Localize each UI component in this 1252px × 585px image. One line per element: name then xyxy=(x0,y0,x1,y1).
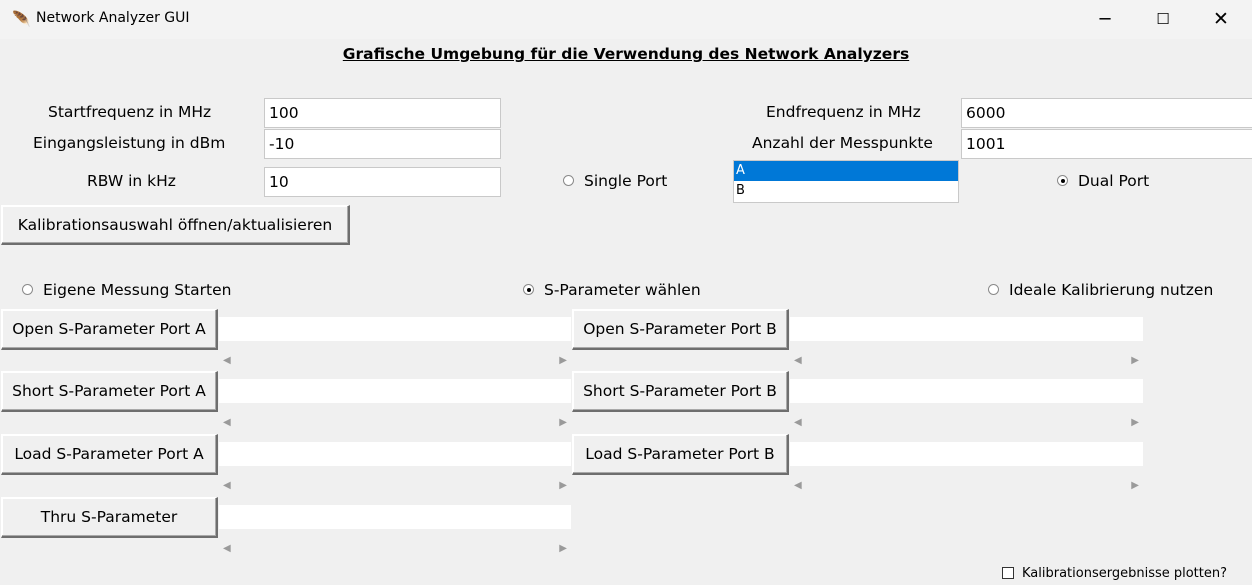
single-port-label: Single Port xyxy=(584,172,668,190)
rbw-input[interactable]: 10 xyxy=(264,167,501,197)
scroll-left-icon[interactable]: ◀ xyxy=(794,480,802,491)
plot-results-checkbox[interactable]: Kalibrationsergebnisse plotten? xyxy=(1002,566,1227,581)
feather-icon: 🪶 xyxy=(12,10,31,28)
scroll-right-icon[interactable]: ▶ xyxy=(1131,355,1139,366)
radio-indicator xyxy=(1057,175,1068,186)
rbw-label: RBW in kHz xyxy=(87,172,176,190)
load-port-b-button[interactable]: Load S-Parameter Port B xyxy=(572,434,789,475)
end-freq-label: Endfrequenz in MHz xyxy=(766,103,921,121)
radio-indicator xyxy=(563,175,574,186)
sparam-select-radio[interactable]: S-Parameter wählen xyxy=(523,281,701,299)
open-port-a-path[interactable] xyxy=(219,317,571,341)
scroll-left-icon[interactable]: ◀ xyxy=(223,543,231,554)
load-port-a-path[interactable] xyxy=(219,442,571,466)
short-port-a-button[interactable]: Short S-Parameter Port A xyxy=(1,371,218,412)
page-heading: Grafische Umgebung für die Verwendung de… xyxy=(342,45,910,63)
dual-port-label: Dual Port xyxy=(1078,172,1150,190)
ideal-calibration-radio[interactable]: Ideale Kalibrierung nutzen xyxy=(988,281,1213,299)
thru-button[interactable]: Thru S-Parameter xyxy=(1,497,218,538)
end-freq-input[interactable]: 6000 xyxy=(961,98,1252,128)
scroll-left-icon[interactable]: ◀ xyxy=(223,355,231,366)
short-port-a-path[interactable] xyxy=(219,379,571,403)
checkbox-box[interactable] xyxy=(1002,566,1014,579)
dual-port-radio[interactable]: Dual Port xyxy=(1057,172,1149,190)
scroll-right-icon[interactable]: ▶ xyxy=(1131,417,1139,428)
listbox-item-b[interactable]: B xyxy=(734,181,958,201)
short-port-b-path[interactable] xyxy=(790,379,1143,403)
sparam-select-label: S-Parameter wählen xyxy=(544,281,701,299)
scroll-right-icon[interactable]: ▶ xyxy=(559,480,567,491)
own-measurement-label: Eigene Messung Starten xyxy=(43,281,232,299)
scroll-right-icon[interactable]: ▶ xyxy=(559,543,567,554)
radio-indicator xyxy=(988,284,999,295)
window-title: Network Analyzer GUI xyxy=(36,10,190,26)
thru-path[interactable] xyxy=(219,505,571,529)
open-port-a-scrollbar[interactable]: ◀ ▶ xyxy=(219,353,571,369)
open-port-b-path[interactable] xyxy=(790,317,1143,341)
points-input[interactable]: 1001 xyxy=(961,129,1252,159)
input-power-label: Eingangsleistung in dBm xyxy=(33,134,226,152)
ideal-calibration-label: Ideale Kalibrierung nutzen xyxy=(1009,281,1214,299)
scroll-left-icon[interactable]: ◀ xyxy=(794,417,802,428)
title-bar: 🪶 Network Analyzer GUI ─ ☐ ✕ xyxy=(0,0,1252,39)
scroll-left-icon[interactable]: ◀ xyxy=(794,355,802,366)
short-port-b-button[interactable]: Short S-Parameter Port B xyxy=(572,371,789,412)
open-port-b-scrollbar[interactable]: ◀ ▶ xyxy=(790,353,1143,369)
open-port-a-button[interactable]: Open S-Parameter Port A xyxy=(1,309,218,350)
load-port-a-scrollbar[interactable]: ◀ ▶ xyxy=(219,478,571,494)
load-port-a-button[interactable]: Load S-Parameter Port A xyxy=(1,434,218,475)
maximize-button[interactable]: ☐ xyxy=(1134,0,1192,39)
own-measurement-radio[interactable]: Eigene Messung Starten xyxy=(22,281,231,299)
scroll-left-icon[interactable]: ◀ xyxy=(223,417,231,428)
scroll-right-icon[interactable]: ▶ xyxy=(1131,480,1139,491)
radio-indicator xyxy=(523,284,534,295)
single-port-radio[interactable]: Single Port xyxy=(563,172,667,190)
load-port-b-scrollbar[interactable]: ◀ ▶ xyxy=(790,478,1143,494)
scroll-right-icon[interactable]: ▶ xyxy=(559,355,567,366)
load-port-b-path[interactable] xyxy=(790,442,1143,466)
close-button[interactable]: ✕ xyxy=(1192,0,1250,39)
radio-indicator xyxy=(22,284,33,295)
scroll-right-icon[interactable]: ▶ xyxy=(559,417,567,428)
listbox-item-a[interactable]: A xyxy=(734,161,958,181)
points-label: Anzahl der Messpunkte xyxy=(752,134,933,152)
open-port-b-button[interactable]: Open S-Parameter Port B xyxy=(572,309,789,350)
calibration-select-button[interactable]: Kalibrationsauswahl öffnen/aktualisieren xyxy=(1,205,350,245)
thru-scrollbar[interactable]: ◀ ▶ xyxy=(219,541,571,557)
short-port-b-scrollbar[interactable]: ◀ ▶ xyxy=(790,415,1143,431)
input-power-input[interactable]: -10 xyxy=(264,129,501,159)
start-freq-input[interactable]: 100 xyxy=(264,98,501,128)
short-port-a-scrollbar[interactable]: ◀ ▶ xyxy=(219,415,571,431)
minimize-button[interactable]: ─ xyxy=(1076,0,1134,39)
start-freq-label: Startfrequenz in MHz xyxy=(48,103,212,121)
scroll-left-icon[interactable]: ◀ xyxy=(223,480,231,491)
port-listbox[interactable]: A B xyxy=(733,160,959,203)
plot-results-label: Kalibrationsergebnisse plotten? xyxy=(1022,566,1228,581)
